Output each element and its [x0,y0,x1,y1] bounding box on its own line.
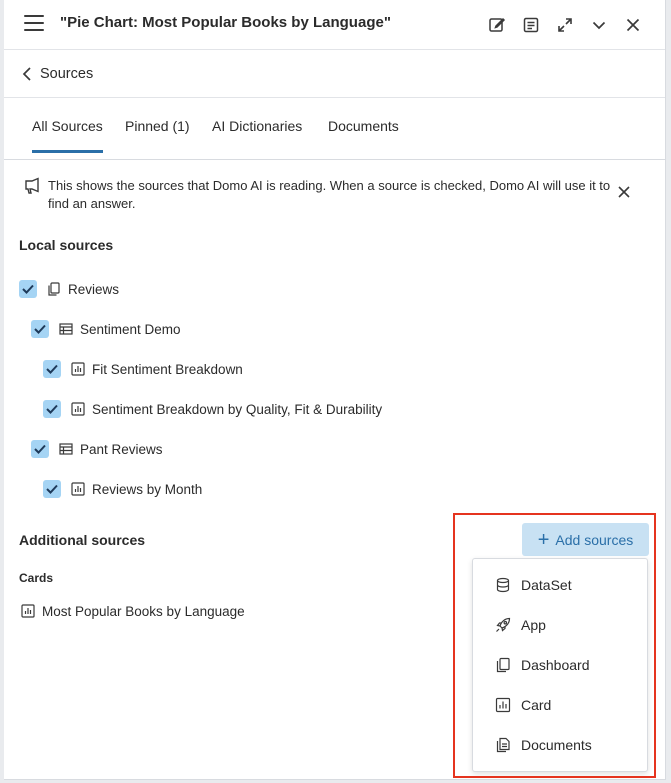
source-row-sentiment-breakdown: Sentiment Breakdown by Quality, Fit & Du… [43,399,382,419]
checkbox[interactable] [43,360,61,378]
checkbox[interactable] [31,440,49,458]
source-row-reviews: Reviews [19,279,119,299]
sources-heading: Sources [40,66,94,82]
menu-item-documents[interactable]: Documents [495,735,635,755]
source-row-reviews-by-month: Reviews by Month [43,479,202,499]
source-row-fit-sentiment: Fit Sentiment Breakdown [43,359,243,379]
card-label: Most Popular Books by Language [42,603,245,619]
dataset-table-icon [59,442,73,456]
dashboard-icon [495,657,511,673]
menu-item-card[interactable]: Card [495,695,635,715]
card-chart-icon [71,362,85,376]
dataset-table-icon [59,322,73,336]
add-sources-button[interactable]: + Add sources [522,523,649,556]
source-label: Reviews by Month [92,481,203,497]
source-row-sentiment-demo: Sentiment Demo [31,319,181,339]
checkbox[interactable] [43,480,61,498]
tab-pinned[interactable]: Pinned (1) [125,118,190,150]
card-chart-icon [21,604,35,618]
tab-all-sources[interactable]: All Sources [32,118,103,153]
menu-item-app[interactable]: App [495,615,635,635]
megaphone-icon [24,177,42,195]
dashboard-icon [47,282,61,296]
edit-icon[interactable] [485,13,509,37]
source-label: Sentiment Breakdown by Quality, Fit & Du… [92,401,383,417]
card-chart-icon [71,482,85,496]
menu-item-label: Card [521,697,552,713]
info-text: This shows the sources that Domo AI is r… [48,178,611,211]
document-icon [495,737,511,753]
hamburger-icon[interactable] [24,15,44,33]
source-row-pant-reviews: Pant Reviews [31,439,163,459]
tab-documents[interactable]: Documents [328,118,399,150]
notes-icon[interactable] [519,13,543,37]
tab-ai-dictionaries[interactable]: AI Dictionaries [212,118,302,150]
chevron-down-icon[interactable] [587,13,611,37]
subheader: Sources [4,50,665,98]
checkbox[interactable] [31,320,49,338]
menu-item-label: Dashboard [521,657,590,673]
plus-icon: + [537,528,550,551]
panel-title: "Pie Chart: Most Popular Books by Langua… [60,14,391,31]
local-sources-title: Local sources [19,237,114,253]
header-actions [485,13,645,37]
source-label: Fit Sentiment Breakdown [92,361,243,377]
menu-item-dataset[interactable]: DataSet [495,575,635,595]
source-label: Reviews [68,281,120,297]
back-chevron-icon[interactable] [20,66,34,82]
card-row-most-popular-books[interactable]: Most Popular Books by Language [21,601,245,621]
add-sources-label: Add sources [555,531,634,548]
close-icon[interactable] [621,13,645,37]
panel-header: "Pie Chart: Most Popular Books by Langua… [4,0,665,50]
rocket-icon [495,617,511,633]
database-icon [495,577,511,593]
tab-bar: All Sources Pinned (1) AI Dictionaries D… [4,98,665,160]
source-label: Sentiment Demo [80,321,181,337]
checkbox[interactable] [19,280,37,298]
checkbox[interactable] [43,400,61,418]
card-chart-icon [495,697,511,713]
menu-item-label: Documents [521,737,592,753]
cards-label: Cards [19,571,54,585]
menu-item-dashboard[interactable]: Dashboard [495,655,635,675]
expand-icon[interactable] [553,13,577,37]
add-sources-menu: DataSet App Dashboard Card Documents [472,558,648,772]
menu-item-label: DataSet [521,577,572,593]
menu-item-label: App [521,617,546,633]
source-label: Pant Reviews [80,441,163,457]
card-chart-icon [71,402,85,416]
close-icon[interactable] [616,184,632,200]
additional-sources-title: Additional sources [19,532,146,548]
